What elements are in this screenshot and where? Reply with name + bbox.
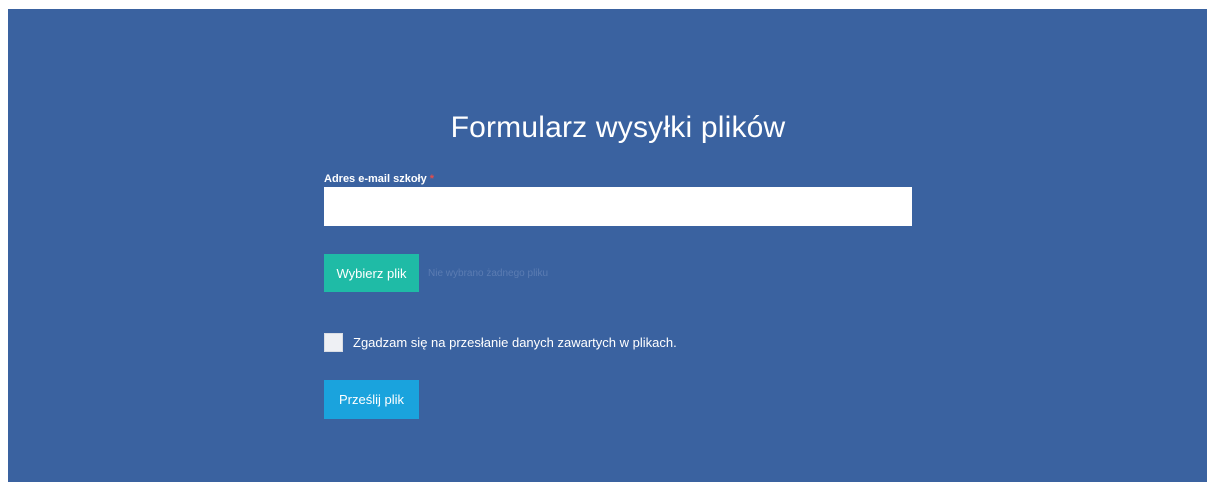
- email-label-text: Adres e-mail szkoły: [324, 173, 427, 185]
- page-title: Formularz wysyłki plików: [450, 111, 786, 144]
- submit-button[interactable]: Prześlij plik: [324, 380, 419, 419]
- email-label: Adres e-mail szkoły *: [324, 173, 434, 185]
- consent-checkbox[interactable]: [324, 332, 343, 352]
- file-picker: Wybierz plik Nie wybrano żadnego pliku: [324, 254, 548, 292]
- email-field[interactable]: [324, 187, 912, 226]
- consent-row: Zgadzam się na przesłanie danych zawarty…: [324, 332, 677, 352]
- file-status-text: Nie wybrano żadnego pliku: [428, 267, 549, 279]
- choose-file-button[interactable]: Wybierz plik: [324, 254, 419, 292]
- form-panel: Formularz wysyłki plików Adres e-mail sz…: [8, 9, 1207, 482]
- required-marker: *: [429, 173, 434, 185]
- upload-form: Formularz wysyłki plików Adres e-mail sz…: [324, 9, 912, 482]
- consent-label[interactable]: Zgadzam się na przesłanie danych zawarty…: [353, 335, 677, 350]
